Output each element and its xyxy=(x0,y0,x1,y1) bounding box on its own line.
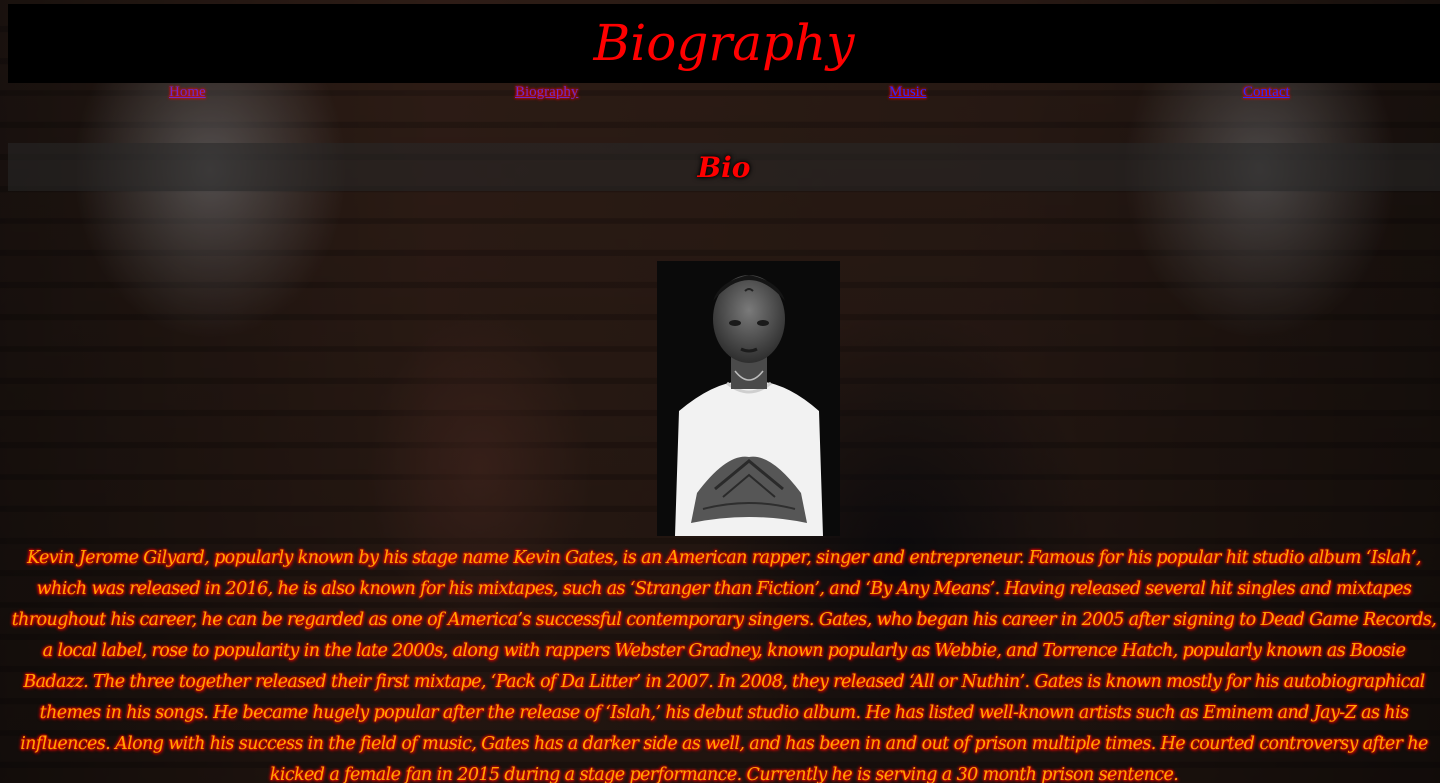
page-title: Biography xyxy=(593,14,855,72)
page-header: Biography xyxy=(8,4,1440,83)
main-nav: Home Biography Music Contact xyxy=(8,82,1440,102)
artist-portrait xyxy=(657,261,840,536)
artist-portrait-image xyxy=(657,261,840,536)
nav-link-home[interactable]: Home xyxy=(169,84,206,101)
biography-text: Kevin Jerome Gilyard, popularly known by… xyxy=(11,548,1437,783)
section-heading: Bio xyxy=(697,151,751,184)
nav-link-contact[interactable]: Contact xyxy=(1243,84,1290,101)
section-header: Bio xyxy=(8,143,1440,191)
nav-link-music[interactable]: Music xyxy=(889,84,927,101)
nav-link-biography[interactable]: Biography xyxy=(515,84,578,101)
